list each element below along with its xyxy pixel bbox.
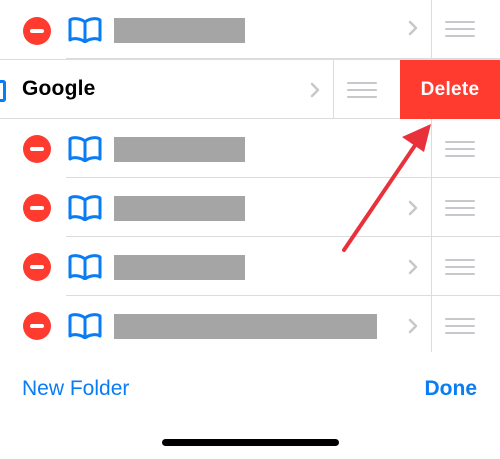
bookmark-row[interactable]	[0, 237, 500, 296]
redacted-bookmark-title	[114, 255, 245, 280]
row-divider	[333, 60, 334, 118]
remove-minus-icon[interactable]	[23, 253, 51, 281]
row-divider	[431, 296, 432, 355]
book-icon	[68, 195, 102, 221]
redacted-bookmark-title	[114, 196, 245, 221]
remove-minus-icon[interactable]	[23, 312, 51, 340]
redacted-bookmark-title	[114, 18, 245, 43]
chevron-right-icon	[408, 200, 418, 216]
new-folder-button[interactable]: New Folder	[22, 377, 129, 401]
reorder-handle-icon[interactable]	[445, 20, 475, 38]
reorder-handle-icon[interactable]	[445, 258, 475, 276]
row-separator	[66, 58, 500, 59]
reorder-handle-icon[interactable]	[347, 81, 377, 99]
book-icon	[68, 17, 102, 43]
bookmark-row[interactable]	[0, 0, 500, 59]
reorder-handle-icon[interactable]	[445, 317, 475, 335]
chevron-right-icon	[310, 82, 320, 98]
bookmark-row-google[interactable]: Google Delete	[0, 59, 500, 119]
remove-minus-icon[interactable]	[23, 194, 51, 222]
row-divider	[431, 119, 432, 178]
bookmark-row[interactable]	[0, 119, 500, 178]
row-divider	[431, 178, 432, 237]
edit-toolbar: New Folder Done	[0, 352, 500, 459]
done-button[interactable]: Done	[425, 377, 478, 401]
row-divider	[431, 237, 432, 296]
bookmark-row[interactable]	[0, 296, 500, 355]
chevron-right-icon	[408, 259, 418, 275]
delete-button[interactable]: Delete	[400, 60, 500, 119]
chevron-right-icon	[408, 20, 418, 36]
reorder-handle-icon[interactable]	[445, 199, 475, 217]
row-divider	[431, 0, 432, 59]
redacted-bookmark-title	[114, 137, 245, 162]
bookmark-title: Google	[22, 77, 96, 100]
home-indicator	[162, 439, 339, 446]
book-icon	[68, 254, 102, 280]
remove-minus-icon[interactable]	[23, 17, 51, 45]
bookmark-row[interactable]	[0, 178, 500, 237]
book-icon	[68, 136, 102, 162]
remove-minus-icon[interactable]	[23, 135, 51, 163]
reorder-handle-icon[interactable]	[445, 140, 475, 158]
book-icon	[0, 80, 6, 102]
chevron-right-icon	[408, 318, 418, 334]
book-icon	[68, 313, 102, 339]
redacted-bookmark-title	[114, 314, 377, 339]
